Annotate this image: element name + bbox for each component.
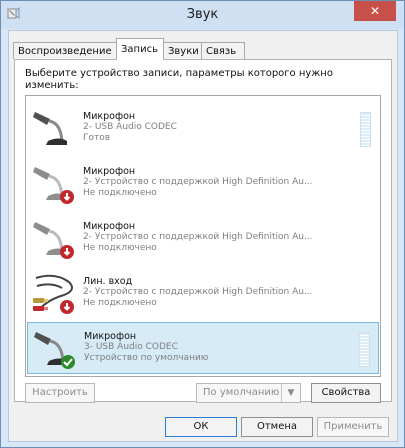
dialog-client-area: Воспроизведение Запись Звуки Связь Выбер… [8,30,398,442]
title-bar[interactable]: Звук ✕ [1,1,404,29]
instruction-text: Выберите устройство записи, параметры ко… [25,68,333,91]
device-row-selected[interactable]: Микрофон 3- USB Audio CODEC Устройство п… [27,322,379,374]
tab-sounds[interactable]: Звуки [163,42,202,59]
device-description: 2- Устройство с поддержкой High Definiti… [83,177,313,187]
device-text: Лин. вход 2- Устройство с поддержкой Hig… [83,276,353,309]
window-title: Звук [186,7,219,22]
close-button[interactable]: ✕ [354,1,396,21]
disconnected-badge-icon [60,300,74,314]
device-status: Устройство по умолчанию [84,353,209,363]
device-status: Не подключено [83,298,157,308]
device-status: Готов [83,133,111,143]
level-meter [359,332,370,367]
chevron-down-icon[interactable]: ▼ [281,384,300,402]
set-default-split-button[interactable]: По умолчанию ▼ [196,383,301,403]
device-text: Микрофон 3- USB Audio CODEC Устройство п… [84,331,354,364]
recording-tab-panel: Выберите устройство записи, параметры ко… [14,59,392,403]
tab-communications[interactable]: Связь [201,42,245,59]
device-text: Микрофон 2- USB Audio CODEC Готов [83,111,353,144]
cancel-button[interactable]: Отмена [241,417,313,437]
close-icon: ✕ [369,4,381,18]
device-description: 2- Устройство с поддержкой High Definiti… [83,232,313,242]
device-name: Микрофон [83,111,136,122]
device-name: Лин. вход [83,276,133,287]
tab-strip: Воспроизведение Запись Звуки Связь [9,38,397,60]
device-name: Микрофон [83,166,136,177]
device-status: Не подключено [83,243,157,253]
properties-button[interactable]: Свойства [311,383,381,403]
device-name: Микрофон [83,221,136,232]
apply-button[interactable]: Применить [317,417,389,437]
device-row[interactable]: Микрофон 2- Устройство с поддержкой High… [27,158,379,210]
default-check-icon [61,355,75,369]
recording-device-list[interactable]: Микрофон 2- USB Audio CODEC Готов Микроф… [25,95,381,377]
device-row[interactable]: Микрофон 2- USB Audio CODEC Готов [27,103,379,155]
device-text: Микрофон 2- Устройство с поддержкой High… [83,166,353,199]
level-meter [360,112,371,147]
device-row[interactable]: Микрофон 2- Устройство с поддержкой High… [27,213,379,265]
disconnected-badge-icon [60,190,74,204]
device-description: 2- Устройство с поддержкой High Definiti… [83,287,313,297]
device-name: Микрофон [84,331,137,342]
device-row[interactable]: Лин. вход 2- Устройство с поддержкой Hig… [27,268,379,320]
device-status: Не подключено [83,188,157,198]
set-default-label: По умолчанию [203,387,280,398]
tab-playback[interactable]: Воспроизведение [13,42,117,59]
microphone-icon [33,112,67,145]
device-description: 3- USB Audio CODEC [84,342,178,352]
sound-dialog: Звук ✕ Воспроизведение Запись Звуки Связ… [0,0,405,448]
tab-recording[interactable]: Запись [116,38,164,60]
disconnected-badge-icon [60,245,74,259]
device-text: Микрофон 2- Устройство с поддержкой High… [83,221,353,254]
ok-button[interactable]: ОК [165,417,237,437]
device-description: 2- USB Audio CODEC [83,122,177,132]
configure-button[interactable]: Настроить [25,383,95,403]
